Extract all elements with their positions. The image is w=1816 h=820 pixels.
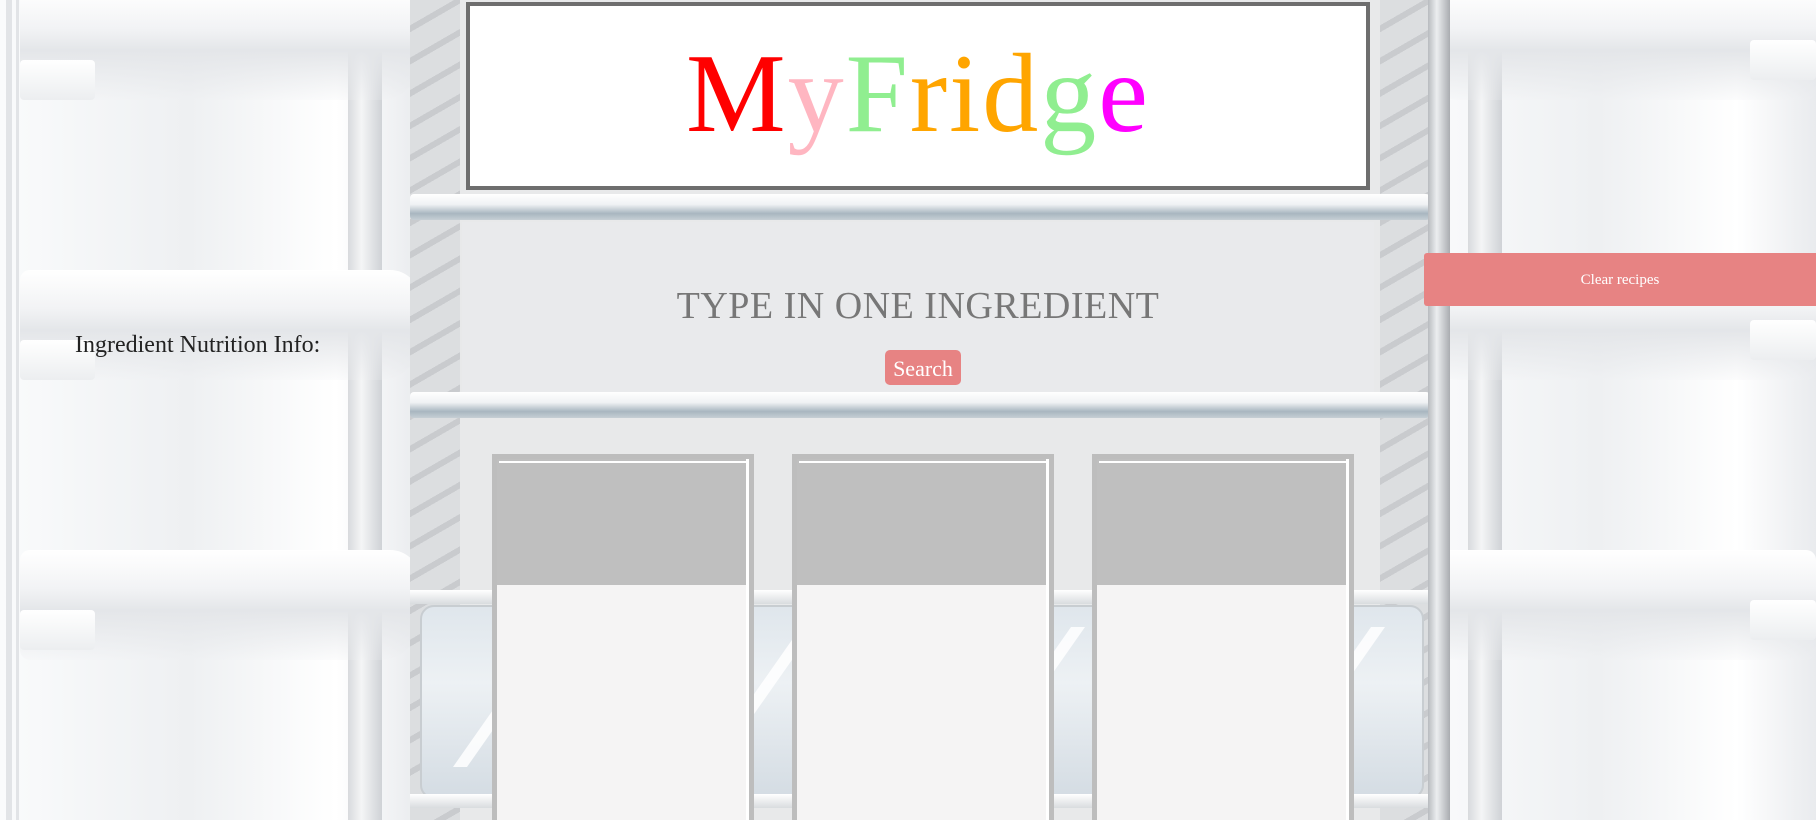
recipe-card-image: [1097, 459, 1349, 585]
recipe-card-image: [797, 459, 1049, 585]
card-highlight: [799, 461, 1047, 463]
right-fridge-door: [1420, 0, 1816, 820]
card-highlight: [1099, 461, 1347, 463]
title-banner: MyFridge: [466, 2, 1370, 190]
recipe-card-body: [797, 585, 1049, 820]
door-lip: [1750, 600, 1816, 640]
door-edge: [6, 0, 12, 820]
recipe-card-image: [497, 459, 749, 585]
nutrition-info-label: Ingredient Nutrition Info:: [75, 332, 321, 358]
title-letter: y: [787, 32, 846, 156]
title-letter: d: [982, 32, 1041, 156]
search-heading: TYPE IN ONE INGREDIENT: [676, 285, 1160, 327]
card-edge: [746, 459, 749, 820]
title-letter: i: [949, 32, 983, 156]
fridge-frame-pole: [1428, 0, 1450, 820]
title-letter: M: [685, 32, 788, 156]
search-button[interactable]: Search: [885, 350, 961, 385]
card-edge: [1346, 459, 1349, 820]
card-highlight: [499, 461, 747, 463]
title-letter: F: [845, 32, 910, 156]
clear-recipes-button[interactable]: Clear recipes: [1424, 253, 1816, 306]
door-rail: [1468, 0, 1502, 820]
recipe-card[interactable]: [1092, 454, 1354, 820]
card-edge: [1046, 459, 1049, 820]
glass-shelf: [410, 392, 1430, 418]
recipe-card[interactable]: [492, 454, 754, 820]
door-lip: [20, 60, 95, 100]
app-title: MyFridge: [686, 38, 1150, 150]
title-letter: g: [1040, 32, 1099, 156]
left-fridge-door: [0, 0, 420, 820]
title-letter: r: [909, 32, 950, 156]
door-rail: [348, 0, 382, 820]
door-lip: [1750, 40, 1816, 80]
door-lip: [20, 610, 95, 650]
recipe-card[interactable]: [792, 454, 1054, 820]
recipe-card-body: [497, 585, 749, 820]
title-letter: e: [1098, 32, 1151, 156]
recipe-card-body: [1097, 585, 1349, 820]
door-lip: [1750, 320, 1816, 360]
door-edge: [16, 0, 19, 820]
glass-shelf: [410, 194, 1430, 220]
